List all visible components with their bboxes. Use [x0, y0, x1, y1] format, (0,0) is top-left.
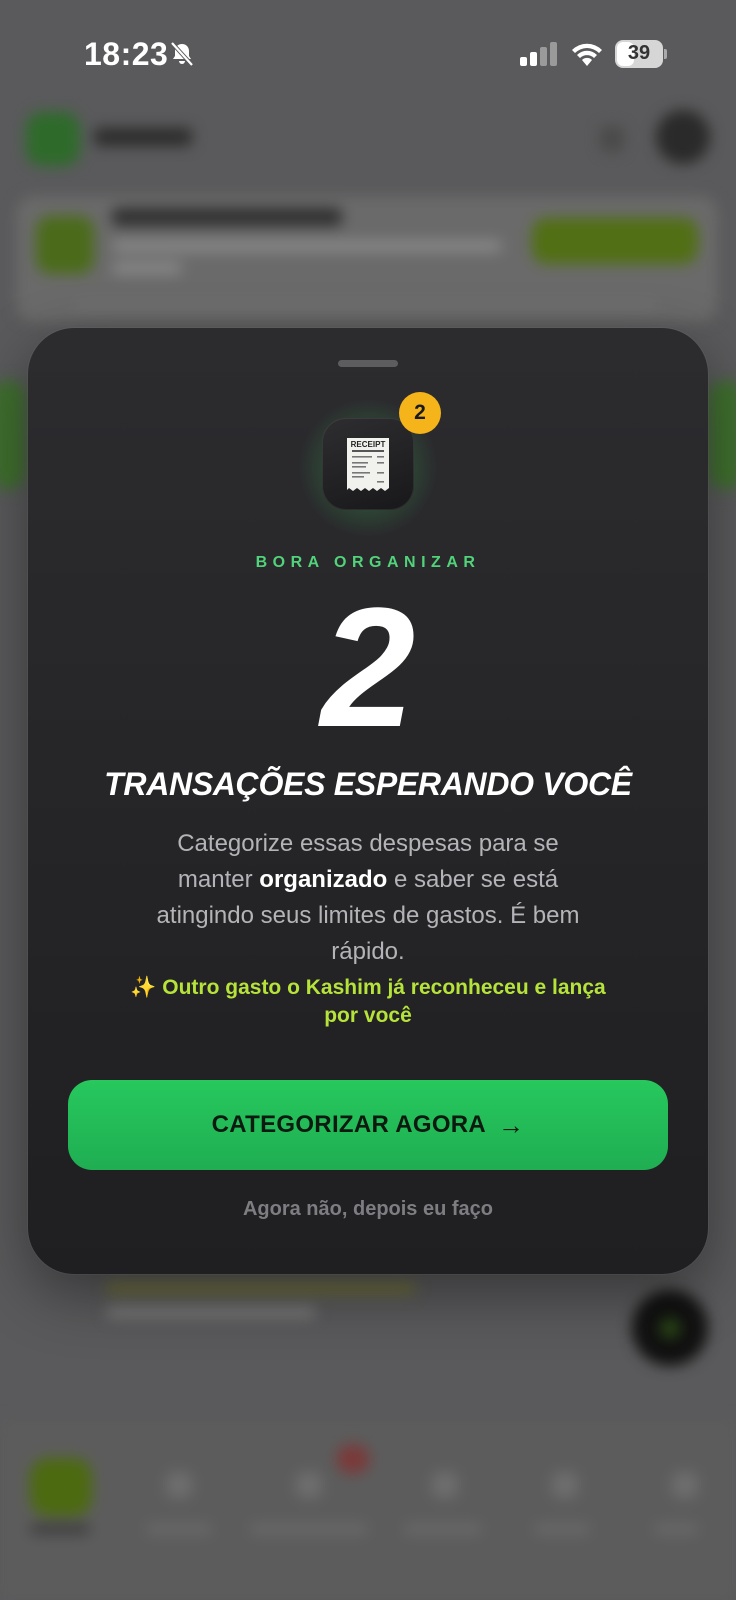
- tab-bar: [0, 1420, 736, 1600]
- description-bold: organizado: [259, 866, 388, 893]
- not-now-link[interactable]: Agora não, depois eu faço: [28, 1198, 708, 1221]
- list-item: [106, 1282, 416, 1294]
- headline: TRANSAÇÕES ESPERANDO VOCÊ: [104, 766, 632, 802]
- auto-recognized-text: Outro gasto o Kashim já reconheceu e lan…: [162, 976, 606, 1027]
- plus-icon: [660, 1318, 680, 1338]
- wifi-icon: [572, 43, 602, 66]
- tab-label: [534, 1524, 590, 1534]
- tab-label: [30, 1524, 90, 1534]
- tab-icon: [166, 1472, 192, 1498]
- battery-icon: 39: [615, 40, 667, 68]
- categorize-transactions-sheet: RECEIPT 2 BORA ORGANIZAR 2 TRANSAÇÕES ES…: [28, 328, 708, 1274]
- tab-icon: [672, 1472, 698, 1498]
- tab-home: [30, 1458, 92, 1516]
- tab-label: [146, 1524, 212, 1534]
- tab-badge: [336, 1444, 370, 1474]
- avatar: [656, 110, 710, 164]
- categorize-now-button[interactable]: CATEGORIZAR AGORA →: [68, 1080, 668, 1170]
- notifications-icon: [600, 126, 624, 152]
- tab-label: [654, 1524, 698, 1534]
- count-badge: 2: [399, 392, 441, 434]
- battery-cap: [664, 49, 667, 59]
- promo-card-text: [112, 262, 182, 274]
- app-header: [24, 108, 714, 168]
- transaction-count: 2: [320, 573, 416, 763]
- bell-slash-icon: [170, 41, 194, 67]
- description: Categorize essas despesas para se manter…: [138, 826, 598, 970]
- tab-label: [404, 1524, 482, 1534]
- arrow-right-icon: →: [498, 1109, 525, 1140]
- battery-level: 39: [627, 42, 651, 64]
- sparkles-icon: ✨: [130, 976, 157, 999]
- background-card-edge: [0, 380, 26, 490]
- promo-card-text: [112, 240, 502, 252]
- status-bar: 18:23 39: [0, 0, 736, 110]
- tab-icon: [552, 1472, 578, 1498]
- app-name: [94, 128, 192, 146]
- tab-label: [250, 1524, 368, 1534]
- sheet-grabber[interactable]: [338, 360, 398, 367]
- auto-recognized-note: ✨ Outro gasto o Kashim já reconheceu e l…: [128, 974, 608, 1030]
- eyebrow-label: BORA ORGANIZAR: [255, 554, 481, 571]
- status-time: 18:23: [84, 36, 169, 72]
- receipt-icon-text: RECEIPT: [351, 440, 386, 449]
- promo-card: [16, 196, 718, 322]
- divider: [76, 304, 656, 308]
- background-card-edge: [708, 380, 736, 490]
- floating-action-button: [632, 1290, 708, 1366]
- tab-icon: [296, 1472, 322, 1498]
- promo-card-title: [112, 208, 342, 226]
- receipt-icon: RECEIPT: [322, 418, 414, 510]
- promo-card-icon: [36, 216, 94, 274]
- categorize-now-label: CATEGORIZAR AGORA: [211, 1111, 487, 1138]
- app-logo: [26, 112, 80, 166]
- list-item: [106, 1306, 316, 1318]
- receipt-paper-icon: RECEIPT: [347, 438, 389, 491]
- promo-card-button: [532, 218, 698, 264]
- cellular-signal-icon: [520, 42, 557, 66]
- tab-icon: [432, 1472, 458, 1498]
